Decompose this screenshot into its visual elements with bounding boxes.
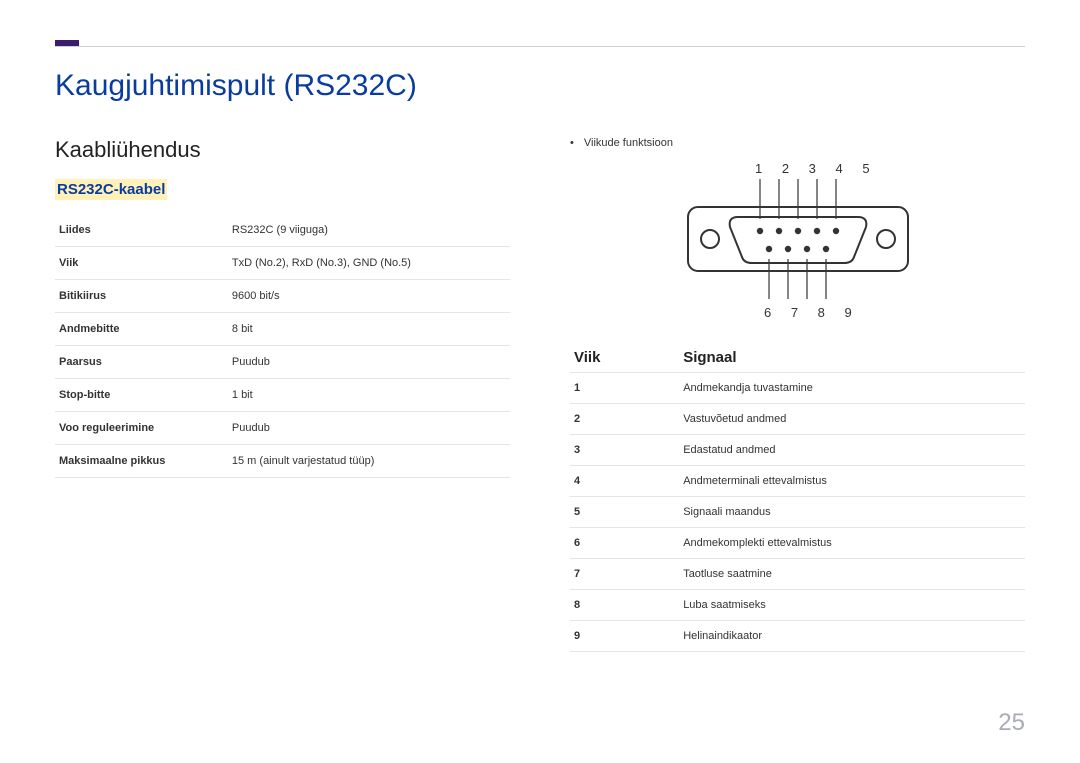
signal-name: Edastatud andmed	[679, 435, 1025, 466]
pin-numbers-bottom: 6 7 8 9	[764, 305, 860, 320]
pin-function-label: Viikude funktsioon	[570, 137, 1025, 149]
signal-pin: 7	[570, 559, 679, 590]
header-rule	[55, 40, 1025, 47]
table-row: 5Signaali maandus	[570, 497, 1025, 528]
signal-pin: 8	[570, 590, 679, 621]
table-row: 6Andmekomplekti ettevalmistus	[570, 528, 1025, 559]
spec-table: LiidesRS232C (9 viiguga)ViikTxD (No.2), …	[55, 214, 510, 478]
signal-name: Signaali maandus	[679, 497, 1025, 528]
subsection-heading: RS232C-kaabel	[55, 179, 167, 200]
spec-value: 15 m (ainult varjestatud tüüp)	[228, 445, 510, 478]
signal-name: Luba saatmiseks	[679, 590, 1025, 621]
spec-value: 8 bit	[228, 313, 510, 346]
spec-key: Stop-bitte	[55, 379, 228, 412]
signal-head-pin: Viik	[570, 343, 679, 373]
signal-name: Vastuvõetud andmed	[679, 404, 1025, 435]
table-row: 7Taotluse saatmine	[570, 559, 1025, 590]
spec-key: Liides	[55, 214, 228, 247]
spec-value: 9600 bit/s	[228, 280, 510, 313]
spec-key: Paarsus	[55, 346, 228, 379]
signal-head-sig: Signaal	[679, 343, 1025, 373]
spec-key: Viik	[55, 247, 228, 280]
signal-pin: 3	[570, 435, 679, 466]
spec-value: TxD (No.2), RxD (No.3), GND (No.5)	[228, 247, 510, 280]
page-title: Kaugjuhtimispult (RS232C)	[55, 69, 1025, 103]
pin-numbers-top: 1 2 3 4 5	[755, 161, 878, 176]
table-row: LiidesRS232C (9 viiguga)	[55, 214, 510, 247]
signal-pin: 9	[570, 621, 679, 652]
connector-diagram: 1 2 3 4 5	[668, 159, 928, 329]
table-row: 4Andmeterminali ettevalmistus	[570, 466, 1025, 497]
table-row: Andmebitte8 bit	[55, 313, 510, 346]
spec-key: Maksimaalne pikkus	[55, 445, 228, 478]
signal-name: Andmekomplekti ettevalmistus	[679, 528, 1025, 559]
table-row: PaarsusPuudub	[55, 346, 510, 379]
spec-value: RS232C (9 viiguga)	[228, 214, 510, 247]
horizontal-rule	[55, 46, 1025, 47]
table-row: 8Luba saatmiseks	[570, 590, 1025, 621]
pin-function-text: Viikude funktsioon	[584, 137, 673, 149]
signal-pin: 4	[570, 466, 679, 497]
left-column: Kaabliühendus RS232C-kaabel LiidesRS232C…	[55, 137, 510, 652]
table-row: 9Helinaindikaator	[570, 621, 1025, 652]
table-row: 3Edastatud andmed	[570, 435, 1025, 466]
table-row: Stop-bitte1 bit	[55, 379, 510, 412]
spec-value: Puudub	[228, 346, 510, 379]
signal-name: Andmeterminali ettevalmistus	[679, 466, 1025, 497]
table-row: Bitikiirus9600 bit/s	[55, 280, 510, 313]
table-row: Maksimaalne pikkus15 m (ainult varjestat…	[55, 445, 510, 478]
signal-pin: 2	[570, 404, 679, 435]
section-heading: Kaabliühendus	[55, 137, 510, 163]
right-column: Viikude funktsioon 1 2 3 4 5	[570, 137, 1025, 652]
signal-pin: 6	[570, 528, 679, 559]
page-number: 25	[998, 709, 1025, 737]
signal-name: Taotluse saatmine	[679, 559, 1025, 590]
spec-value: Puudub	[228, 412, 510, 445]
signal-name: Helinaindikaator	[679, 621, 1025, 652]
table-row: 1Andmekandja tuvastamine	[570, 373, 1025, 404]
signal-table: Viik Signaal 1Andmekandja tuvastamine2Va…	[570, 343, 1025, 652]
table-row: ViikTxD (No.2), RxD (No.3), GND (No.5)	[55, 247, 510, 280]
signal-name: Andmekandja tuvastamine	[679, 373, 1025, 404]
signal-pin: 5	[570, 497, 679, 528]
signal-pin: 1	[570, 373, 679, 404]
spec-value: 1 bit	[228, 379, 510, 412]
spec-key: Andmebitte	[55, 313, 228, 346]
table-row: Voo reguleeriminePuudub	[55, 412, 510, 445]
spec-key: Bitikiirus	[55, 280, 228, 313]
spec-key: Voo reguleerimine	[55, 412, 228, 445]
table-row: 2Vastuvõetud andmed	[570, 404, 1025, 435]
